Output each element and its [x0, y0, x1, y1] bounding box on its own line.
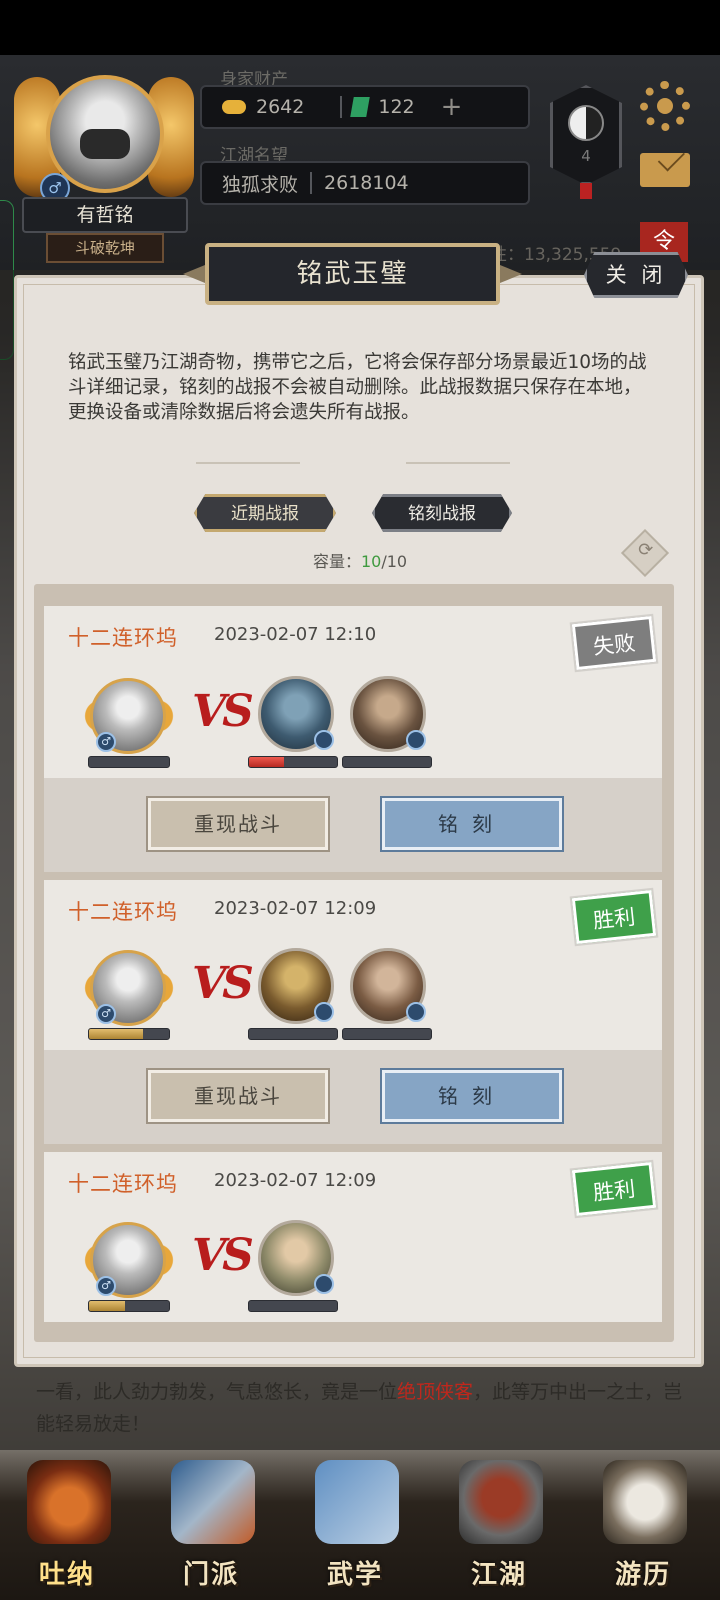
battle-record-card: 十二连环坞 2023-02-07 12:09 胜利 ♂ VS 重现战斗 铭刻: [44, 880, 662, 1144]
vs-label: VS: [192, 1230, 254, 1281]
result-stamp-win: 胜利: [569, 887, 659, 947]
story-text-before: 一看，此人劲力勃发，气息悠长，竟是一位: [36, 1381, 398, 1403]
bottom-nav-bar: 吐纳 门派 武学 江湖 游历: [0, 1450, 720, 1600]
card-action-row: 重现战斗 铭刻: [44, 778, 662, 872]
story-text: 一看，此人劲力勃发，气息悠长，竟是一位绝顶侠客，此等万中出一之士，岂能轻易放走！: [36, 1376, 686, 1440]
martial-books-icon: [315, 1460, 399, 1544]
taiji-icon: [568, 105, 604, 141]
modal-description: 铭武玉璧乃江湖奇物，携带它之后，它将会保存部分场景最近10场的战斗详细记录，铭刻…: [68, 352, 647, 423]
replay-battle-button[interactable]: 重现战斗: [146, 796, 330, 852]
gold-ingot-icon: [222, 100, 246, 114]
sword-class-icon: [314, 1002, 334, 1022]
capacity-label: 容量：: [312, 552, 361, 571]
gold-amount: 2642: [256, 96, 305, 118]
capacity-total: /10: [381, 552, 408, 571]
enemy-hp-bar: [248, 756, 338, 768]
gender-male-icon: ♂: [96, 1004, 116, 1024]
tab-engraved-reports[interactable]: 铭刻战报: [372, 494, 512, 532]
enemy-hp-bar: [248, 1300, 338, 1312]
sword-class-icon: [406, 730, 426, 750]
player-header: ♂ 有哲铭 斗破乾坤 身家财产 2642 122 + 江湖名望 独孤求败 261…: [0, 55, 720, 270]
sword-class-icon: [314, 1274, 334, 1294]
fame-value: 2618104: [324, 172, 409, 194]
vs-label: VS: [192, 958, 254, 1009]
fame-bar: 独孤求败 2618104: [200, 161, 530, 205]
capacity-indicator: 容量：10/10: [300, 548, 420, 572]
add-currency-button[interactable]: +: [441, 92, 463, 122]
nav-label: 江湖: [470, 1560, 527, 1590]
battle-scene-name: 十二连环坞: [68, 1172, 178, 1196]
jade-icon: [350, 97, 371, 117]
nav-item-martial-arts[interactable]: 武学: [300, 1450, 410, 1600]
player-hp-bar: [88, 1028, 170, 1040]
player-name: 有哲铭: [22, 197, 188, 233]
gender-male-icon: ♂: [96, 1276, 116, 1296]
engrave-button[interactable]: 铭刻: [380, 1068, 564, 1124]
mail-icon[interactable]: [640, 153, 690, 187]
enemy-hp-fill: [249, 757, 285, 767]
incense-burner-icon: [27, 1460, 111, 1544]
sword-class-icon: [314, 730, 334, 750]
divider: [310, 172, 313, 194]
nav-label: 门派: [182, 1560, 239, 1590]
battle-record-card: 十二连环坞 2023-02-07 12:09 胜利 ♂ VS: [44, 1152, 662, 1322]
jade-amount: 122: [378, 96, 415, 118]
replay-battle-button[interactable]: 重现战斗: [146, 1068, 330, 1124]
nav-label: 吐纳: [38, 1560, 95, 1590]
enemy-hp-bar: [248, 1028, 338, 1040]
tab-recent-reports[interactable]: 近期战报: [194, 494, 336, 532]
sword-class-icon: [406, 1002, 426, 1022]
result-stamp-lose: 失败: [569, 613, 659, 673]
capacity-used: 10: [360, 552, 382, 571]
battle-time: 2023-02-07 12:10: [214, 624, 377, 645]
story-highlight: 绝顶侠客: [397, 1381, 474, 1403]
gender-male-icon: ♂: [96, 732, 116, 752]
player-hp-fill: [89, 1029, 144, 1039]
battle-scene-name: 十二连环坞: [68, 626, 178, 650]
modal-title: 铭武玉璧: [205, 243, 500, 305]
result-stamp-win: 胜利: [569, 1159, 659, 1219]
nav-label: 武学: [326, 1560, 383, 1590]
ornament-divider-right: [406, 462, 510, 464]
battle-record-card: 十二连环坞 2023-02-07 12:10 失败 ♂ VS 重现战斗 铭刻: [44, 606, 662, 872]
sect-flag-icon: [171, 1460, 255, 1544]
taiji-level-badge[interactable]: 4: [550, 85, 622, 185]
bamboo-hat-icon: [459, 1460, 543, 1544]
engrave-button[interactable]: 铭刻: [380, 796, 564, 852]
gear-icon[interactable]: [640, 81, 690, 131]
ornament-divider-left: [196, 462, 300, 464]
nav-item-tuna[interactable]: 吐纳: [12, 1450, 122, 1600]
nav-label: 游历: [614, 1560, 671, 1590]
battle-time: 2023-02-07 12:09: [214, 1170, 377, 1191]
white-horse-icon: [603, 1460, 687, 1544]
enemy-hp-bar: [342, 756, 432, 768]
nav-item-sect[interactable]: 门派: [156, 1450, 266, 1600]
battle-time: 2023-02-07 12:09: [214, 898, 377, 919]
battle-scene-name: 十二连环坞: [68, 900, 178, 924]
wealth-bar: 2642 122 +: [200, 85, 530, 129]
player-title: 斗破乾坤: [46, 233, 164, 263]
taiji-level: 4: [581, 147, 591, 165]
tassel-ornament: [580, 183, 592, 199]
nav-item-travel[interactable]: 游历: [588, 1450, 698, 1600]
avatar-mask-detail: [80, 129, 130, 159]
nav-item-jianghu[interactable]: 江湖: [444, 1450, 554, 1600]
player-hp-bar: [88, 756, 170, 768]
fame-title: 独孤求败: [222, 173, 299, 196]
vs-label: VS: [192, 686, 254, 737]
close-button[interactable]: 关 闭: [584, 252, 688, 298]
player-hp-fill: [89, 1301, 125, 1311]
player-hp-bar: [88, 1300, 170, 1312]
card-action-row: 重现战斗 铭刻: [44, 1050, 662, 1144]
divider: [340, 96, 343, 118]
enemy-hp-bar: [342, 1028, 432, 1040]
